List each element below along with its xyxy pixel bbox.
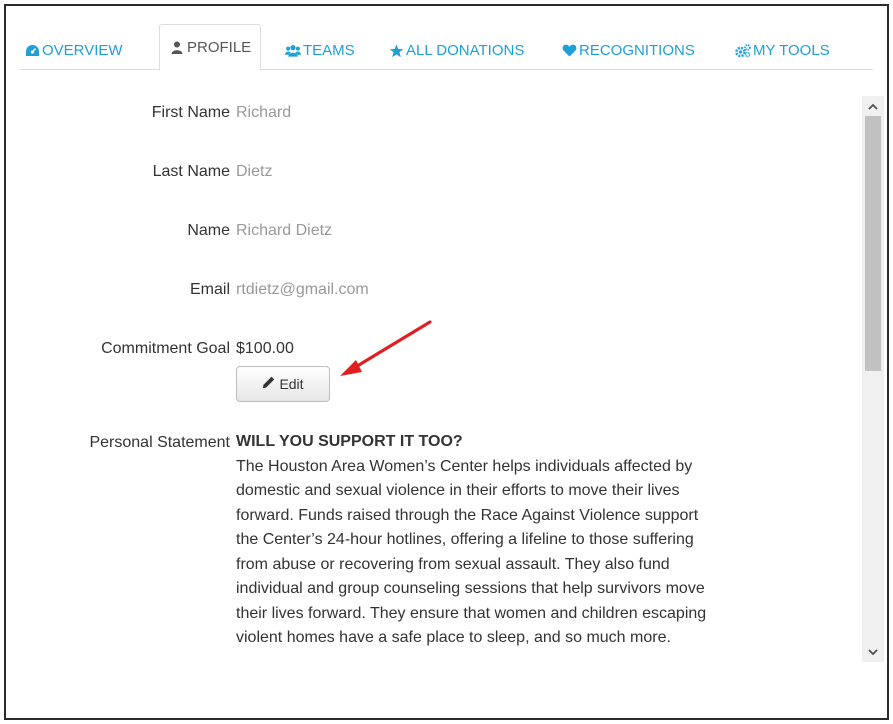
profile-panel: OVERVIEW PROFILE TEAMS ALL DONATIONS REC… [4,4,889,720]
scroll-up-button[interactable] [862,96,884,116]
vertical-scrollbar[interactable] [862,96,884,662]
users-icon [285,43,301,59]
commitment-goal-label: Commitment Goal [101,340,230,357]
heart-icon [561,43,577,59]
statement-line: violent homes have a safe place to sleep… [236,629,671,646]
tab-overview[interactable]: OVERVIEW [22,31,125,70]
tab-teams[interactable]: TEAMS [283,31,357,70]
cogs-icon [735,43,751,59]
scroll-down-button[interactable] [862,642,884,662]
statement-line: individual and group counseling sessions… [236,580,705,597]
first-name-value: Richard [236,104,292,121]
dashboard-icon [24,43,40,59]
star-icon [388,43,404,59]
last-name-label: Last Name [152,163,230,180]
tab-profile[interactable]: PROFILE [159,24,262,71]
user-icon [169,40,185,56]
tab-recognitions[interactable]: RECOGNITIONS [559,31,697,70]
edit-commitment-button[interactable]: Edit [236,366,330,402]
statement-line: forward. Funds raised through the Race A… [236,506,699,524]
statement-line: their lives forward. They ensure that wo… [236,604,707,622]
chevron-up-icon [868,97,878,115]
edit-button-label: Edit [279,376,304,392]
pencil-icon [262,376,275,392]
statement-line: domestic and sexual violence in their ef… [236,482,680,499]
email-value: rtdietz@gmail.com [236,281,369,298]
first-name-label: First Name [151,104,230,121]
statement-line: The Houston Area Women’s Center helps in… [236,457,693,475]
tab-all-donations[interactable]: ALL DONATIONS [386,31,526,70]
email-label: Email [189,281,230,298]
annotation-arrow [340,320,432,376]
personal-statement-title: WILL YOU SUPPORT IT TOO? [236,433,463,450]
profile-content: First Name Richard Last Name Dietz Name … [20,72,858,718]
name-label: Name [187,222,230,239]
commitment-goal-value: $100.00 [236,340,294,357]
chevron-down-icon [868,643,878,661]
scroll-thumb[interactable] [865,116,881,371]
name-value: Richard Dietz [236,222,333,239]
last-name-value: Dietz [236,163,273,180]
statement-line: the Center’s 24-hour hotlines, offering … [236,531,694,548]
tab-bar: OVERVIEW PROFILE TEAMS ALL DONATIONS REC… [20,22,873,71]
statement-line: from abuse or recovering from sexual ass… [236,555,670,573]
tab-my-tools[interactable]: MY TOOLS [733,31,832,70]
personal-statement-text: WILL YOU SUPPORT IT TOO? The Houston Are… [236,430,852,651]
personal-statement-label: Personal Statement [89,434,230,451]
